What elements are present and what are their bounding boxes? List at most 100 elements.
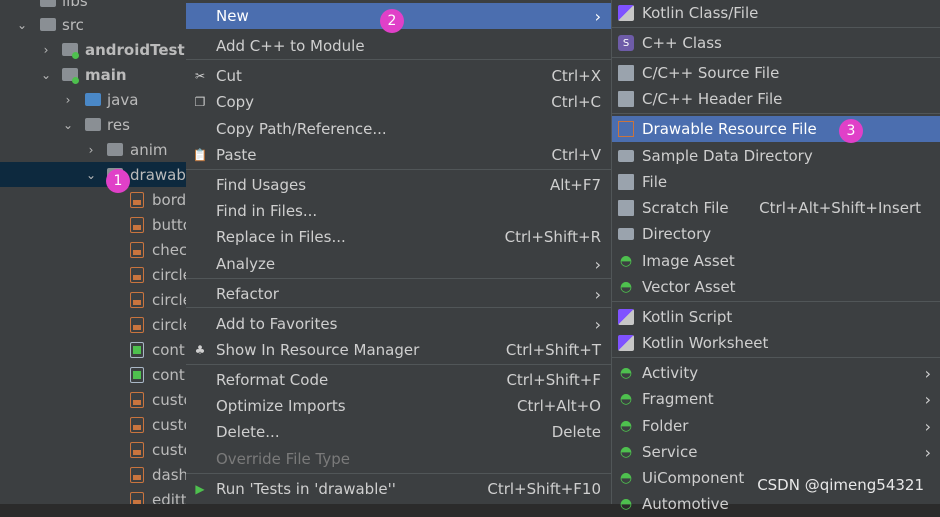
tree-row-file[interactable]: cont xyxy=(0,362,190,387)
menu-item-label: C/C++ Header File xyxy=(642,90,783,108)
submenu-item-scratch-file[interactable]: Scratch File Ctrl+Alt+Shift+Insert xyxy=(612,195,940,221)
menu-item-cut[interactable]: ✂ Cut Ctrl+X xyxy=(186,63,611,89)
menu-item-label: Find in Files... xyxy=(216,202,318,220)
scratch-file-icon xyxy=(618,200,634,216)
tree-row-file[interactable]: circle xyxy=(0,262,190,287)
menu-item-label: Fragment xyxy=(642,390,714,408)
tree-row-file[interactable]: circle xyxy=(0,287,190,312)
android-icon: ◓ xyxy=(619,253,633,269)
menu-item-label: Replace in Files... xyxy=(216,228,346,246)
submenu-item-automotive[interactable]: ◓ Automotive xyxy=(612,491,940,517)
submenu-item-directory[interactable]: Directory xyxy=(612,221,940,247)
submenu-item-drawable-resource-file[interactable]: Drawable Resource File xyxy=(612,116,940,142)
source-dot-icon xyxy=(72,52,79,59)
copy-icon: ❐ xyxy=(194,95,206,109)
chevron-down-icon[interactable]: ⌄ xyxy=(62,118,74,132)
menu-item-run-tests[interactable]: ▶ Run 'Tests in 'drawable'' Ctrl+Shift+F… xyxy=(186,476,611,502)
tree-row-file[interactable]: borde xyxy=(0,187,190,212)
tree-label: main xyxy=(85,65,127,84)
menu-item-find-in-files[interactable]: Find in Files... xyxy=(186,198,611,224)
folder-icon xyxy=(618,150,634,162)
menu-item-copy-path[interactable]: Copy Path/Reference... xyxy=(186,116,611,142)
menu-item-label: Vector Asset xyxy=(642,278,736,296)
menu-item-copy[interactable]: ❐ Copy Ctrl+C xyxy=(186,89,611,115)
submenu-item-kotlin-worksheet[interactable]: Kotlin Worksheet xyxy=(612,330,940,356)
folder-blue-icon xyxy=(85,93,101,106)
tree-row-file[interactable]: butto xyxy=(0,212,190,237)
menu-item-label: Delete... xyxy=(216,423,280,441)
menu-item-label: Override File Type xyxy=(216,450,350,468)
tree-row-file[interactable]: cont xyxy=(0,337,190,362)
submenu-item-cpp-source[interactable]: C/C++ Source File xyxy=(612,60,940,86)
submenu-item-kotlin-class[interactable]: Kotlin Class/File xyxy=(612,0,940,26)
tree-row-file[interactable]: custo xyxy=(0,437,190,462)
tree-row-main[interactable]: ⌄ main xyxy=(0,62,190,87)
menu-item-find-usages[interactable]: Find Usages Alt+F7 xyxy=(186,172,611,198)
menu-item-refactor[interactable]: Refactor › xyxy=(186,281,611,307)
submenu-item-service[interactable]: ◓ Service › xyxy=(612,439,940,465)
tree-row-file[interactable]: custo xyxy=(0,387,190,412)
menu-separator xyxy=(612,27,940,28)
xml-file-icon xyxy=(130,216,144,233)
chevron-right-icon[interactable]: › xyxy=(85,143,97,157)
chevron-down-icon[interactable]: ⌄ xyxy=(40,68,52,82)
submenu-item-cpp-header[interactable]: C/C++ Header File xyxy=(612,86,940,112)
menu-item-add-cpp[interactable]: Add C++ to Module xyxy=(186,33,611,59)
menu-item-label: New xyxy=(216,7,249,25)
tree-row-anim[interactable]: › anim xyxy=(0,137,190,162)
menu-item-label: Scratch File xyxy=(642,199,729,217)
shortcut: Alt+F7 xyxy=(549,176,601,194)
android-icon: ◓ xyxy=(619,279,633,295)
shortcut: Ctrl+Shift+R xyxy=(504,228,601,246)
submenu-item-file[interactable]: File xyxy=(612,169,940,195)
submenu-item-sample-data-directory[interactable]: Sample Data Directory xyxy=(612,143,940,169)
android-icon: ◓ xyxy=(619,444,633,460)
tree-row-androidtest[interactable]: › androidTest xyxy=(0,37,190,62)
chevron-right-icon: › xyxy=(594,284,601,304)
tree-row-file[interactable]: editt xyxy=(0,487,190,504)
tree-row-drawable[interactable]: ⌄ drawab xyxy=(0,162,190,187)
android-icon: ◓ xyxy=(619,496,633,512)
step-badge-1: 1 xyxy=(106,169,130,193)
tree-row-res[interactable]: ⌄ res xyxy=(0,112,190,137)
chevron-down-icon[interactable]: ⌄ xyxy=(85,168,97,182)
menu-item-label: C++ Class xyxy=(642,34,722,52)
tree-row-file[interactable]: dash xyxy=(0,462,190,487)
submenu-item-image-asset[interactable]: ◓ Image Asset xyxy=(612,248,940,274)
tree-row-file[interactable]: chec xyxy=(0,237,190,262)
chevron-down-icon[interactable]: ⌄ xyxy=(16,18,28,32)
android-icon: ◓ xyxy=(619,470,633,486)
menu-separator xyxy=(612,301,940,302)
menu-separator xyxy=(186,473,611,474)
menu-item-reformat-code[interactable]: Reformat Code Ctrl+Shift+F xyxy=(186,367,611,393)
tree-label: circle xyxy=(152,265,190,284)
menu-item-add-to-favorites[interactable]: Add to Favorites › xyxy=(186,311,611,337)
chevron-right-icon: › xyxy=(924,363,931,383)
menu-item-label: Refactor xyxy=(216,285,279,303)
tree-row-java[interactable]: › java xyxy=(0,87,190,112)
menu-item-analyze[interactable]: Analyze › xyxy=(186,251,611,277)
menu-separator xyxy=(186,59,611,60)
res-folder-icon xyxy=(85,118,101,131)
tree-row-file[interactable]: circle xyxy=(0,312,190,337)
chevron-right-icon[interactable]: › xyxy=(62,93,74,107)
tree-row-file[interactable]: custo xyxy=(0,412,190,437)
tree-label: anim xyxy=(130,140,168,159)
submenu-item-kotlin-script[interactable]: Kotlin Script xyxy=(612,304,940,330)
menu-item-label: Add C++ to Module xyxy=(216,37,365,55)
menu-item-paste[interactable]: 📋 Paste Ctrl+V xyxy=(186,142,611,168)
submenu-item-folder[interactable]: ◓ Folder › xyxy=(612,413,940,439)
tree-row-src[interactable]: ⌄ src xyxy=(0,12,190,37)
menu-item-show-in-resource-manager[interactable]: ♣ Show In Resource Manager Ctrl+Shift+T xyxy=(186,337,611,363)
submenu-item-cpp-class[interactable]: S C++ Class xyxy=(612,30,940,56)
menu-item-replace-in-files[interactable]: Replace in Files... Ctrl+Shift+R xyxy=(186,224,611,250)
tree-label: drawab xyxy=(130,165,186,184)
submenu-item-fragment[interactable]: ◓ Fragment › xyxy=(612,386,940,412)
submenu-item-vector-asset[interactable]: ◓ Vector Asset xyxy=(612,274,940,300)
menu-separator xyxy=(186,169,611,170)
menu-item-delete[interactable]: Delete... Delete xyxy=(186,419,611,445)
chevron-right-icon[interactable]: › xyxy=(40,43,52,57)
menu-item-optimize-imports[interactable]: Optimize Imports Ctrl+Alt+O xyxy=(186,393,611,419)
submenu-item-activity[interactable]: ◓ Activity › xyxy=(612,360,940,386)
tree-label: butto xyxy=(152,215,190,234)
